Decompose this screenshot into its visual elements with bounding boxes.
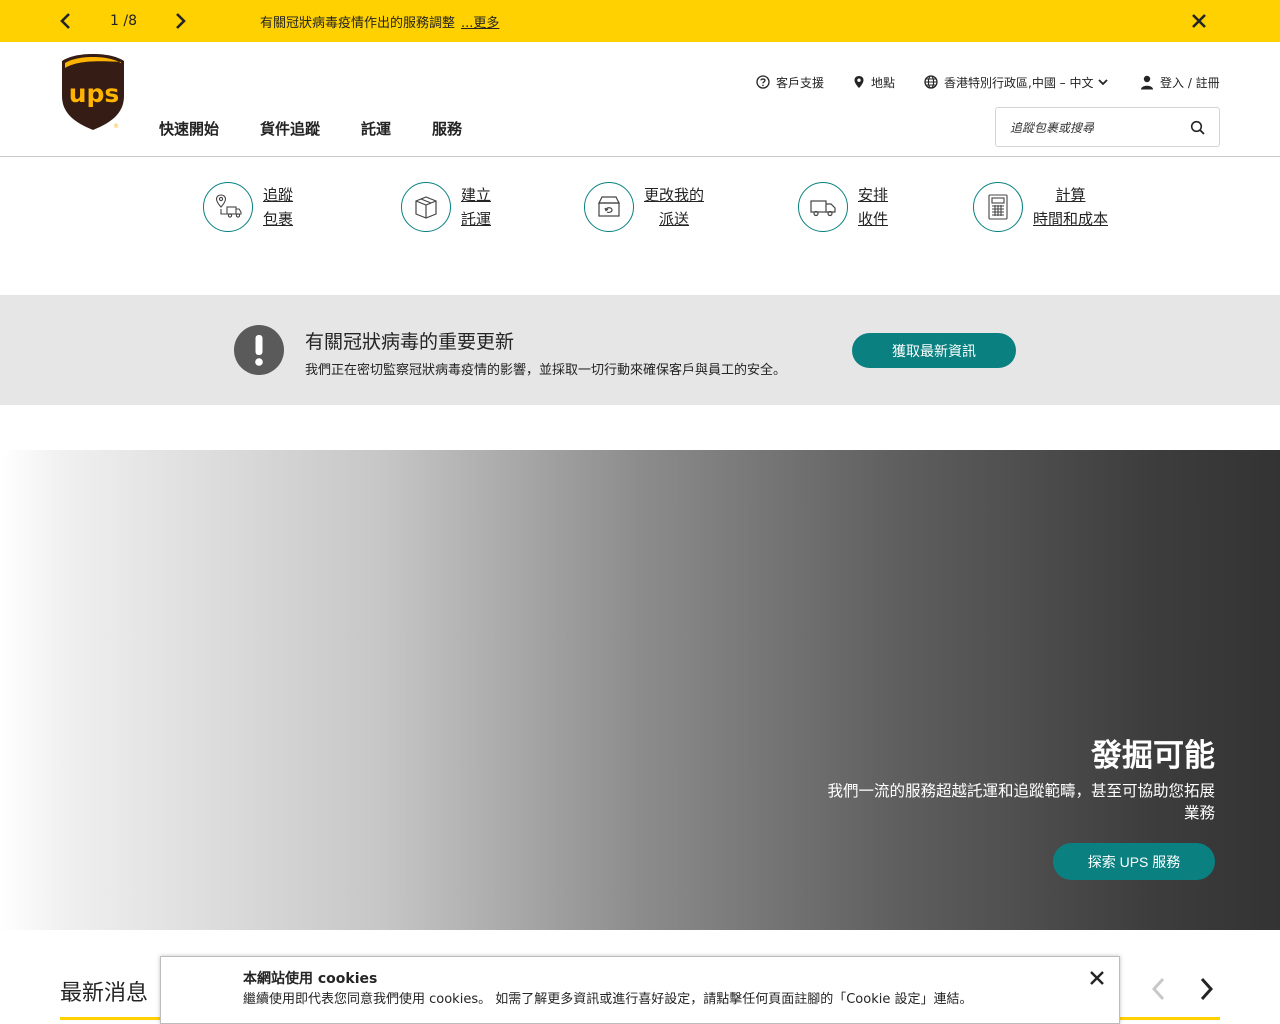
hero-banner: 發掘可能 我們一流的服務超越託運和追蹤範疇，甚至可協助您拓展業務 探索 UPS … [0, 450, 1280, 930]
chevron-left-icon[interactable] [56, 11, 76, 31]
cookie-title: 本網站使用 cookies [243, 971, 378, 987]
quick-action-calculate-cost[interactable]: 計算 時間和成本 [973, 182, 1108, 232]
login-link[interactable]: 登入 / 註冊 [1140, 74, 1220, 90]
quick-action-line2: 託運 [461, 210, 492, 228]
quick-action-schedule-pickup[interactable]: 安排 收件 [798, 182, 888, 232]
customer-support-label: 客戶支援 [776, 75, 825, 90]
chevron-down-icon [1098, 79, 1109, 86]
quick-action-label: 建立 託運 [461, 183, 491, 231]
covid-title: 有關冠狀病毒的重要更新 [305, 331, 515, 353]
alert-more-link[interactable]: ...更多 [461, 16, 499, 31]
quick-action-line2: 包裹 [263, 210, 294, 228]
nav-item-get-started[interactable]: 快速開始 [159, 118, 219, 139]
quick-action-track-package[interactable]: 追蹤 包裹 [203, 182, 293, 232]
quick-action-label: 追蹤 包裹 [263, 183, 293, 231]
latest-news-heading: 最新消息 [60, 981, 149, 1006]
alert-message: 有關冠狀病毒疫情作出的服務調整 [260, 16, 456, 31]
region-language-selector[interactable]: 香港特別行政區,中國 – 中文 [924, 74, 1109, 90]
cookie-banner: 本網站使用 cookies 繼續使用即代表您同意我們使用 cookies。 如需… [160, 956, 1120, 1024]
quick-action-line2: 時間和成本 [1033, 210, 1109, 228]
covid-description: 我們正在密切監察冠狀病毒疫情的影響，並採取一切行動來確保客戶與員工的安全。 [305, 363, 787, 378]
quick-action-label: 安排 收件 [858, 183, 888, 231]
nav-item-tracking[interactable]: 貨件追蹤 [260, 118, 320, 139]
alert-message-container: 有關冠狀病毒疫情作出的服務調整 ...更多 [260, 12, 499, 31]
track-package-icon [203, 182, 253, 232]
login-label: 登入 / 註冊 [1160, 75, 1220, 90]
nav-item-services[interactable]: 服務 [432, 118, 462, 139]
hero-subtitle: 我們一流的服務超越託運和追蹤範疇，甚至可協助您拓展業務 [827, 782, 1215, 822]
close-icon[interactable] [1190, 12, 1208, 30]
user-icon [1141, 75, 1153, 89]
quick-action-line1: 更改我的 [644, 186, 705, 204]
region-label: 香港特別行政區,中國 – 中文 [944, 75, 1094, 90]
search-input[interactable] [1010, 118, 1180, 138]
calculator-icon [973, 182, 1023, 232]
quick-action-line2: 收件 [858, 210, 889, 228]
quick-action-create-shipment[interactable]: 建立 託運 [401, 182, 491, 232]
svg-text:®: ® [113, 123, 119, 130]
close-icon[interactable] [1089, 970, 1105, 986]
explore-ups-services-button[interactable]: 探索 UPS 服務 [1053, 843, 1215, 880]
box-icon [401, 182, 451, 232]
quick-action-change-delivery[interactable]: 更改我的 派送 [584, 182, 704, 232]
logo-text: ups [69, 79, 120, 108]
alert-icon [234, 325, 284, 375]
main-navigation: 快速開始 貨件追蹤 託運 服務 [159, 118, 503, 139]
quick-action-line1: 安排 [858, 186, 889, 204]
chevron-left-icon[interactable] [1148, 975, 1170, 1003]
quick-action-line1: 計算 [1055, 186, 1086, 204]
help-circle-icon [756, 75, 770, 89]
chevron-right-icon[interactable] [170, 11, 190, 31]
cookie-text: 繼續使用即代表您同意我們使用 cookies。 如需了解更多資訊或進行喜好設定，… [243, 992, 973, 1007]
search-box [995, 107, 1220, 147]
change-delivery-icon [584, 182, 634, 232]
locations-label: 地點 [871, 75, 896, 90]
alert-counter: 1 /8 [110, 13, 137, 29]
site-header: ups ® 客戶支援 地點 香港特別行政區,中國 – 中文 登入 / 註冊 快速… [0, 42, 1280, 157]
location-pin-icon [854, 76, 864, 88]
quick-action-line2: 派送 [659, 210, 690, 228]
hero-title: 發掘可能 [1091, 738, 1215, 774]
customer-support-link[interactable]: 客戶支援 [756, 74, 824, 90]
covid-update-banner: 有關冠狀病毒的重要更新 我們正在密切監察冠狀病毒疫情的影響，並採取一切行動來確保… [0, 295, 1280, 405]
ups-logo[interactable]: ups ® [60, 52, 126, 130]
globe-icon [924, 75, 938, 89]
nav-item-shipping[interactable]: 託運 [361, 118, 391, 139]
chevron-right-icon[interactable] [1195, 975, 1217, 1003]
get-latest-info-button[interactable]: 獲取最新資訊 [852, 333, 1016, 368]
search-icon[interactable] [1190, 120, 1206, 136]
quick-action-line1: 追蹤 [263, 186, 294, 204]
locations-link[interactable]: 地點 [853, 74, 895, 90]
quick-action-label: 更改我的 派送 [644, 183, 704, 231]
alert-banner: 1 /8 有關冠狀病毒疫情作出的服務調整 ...更多 [0, 0, 1280, 42]
truck-icon [798, 182, 848, 232]
quick-action-line1: 建立 [461, 186, 492, 204]
quick-action-label: 計算 時間和成本 [1033, 183, 1108, 231]
